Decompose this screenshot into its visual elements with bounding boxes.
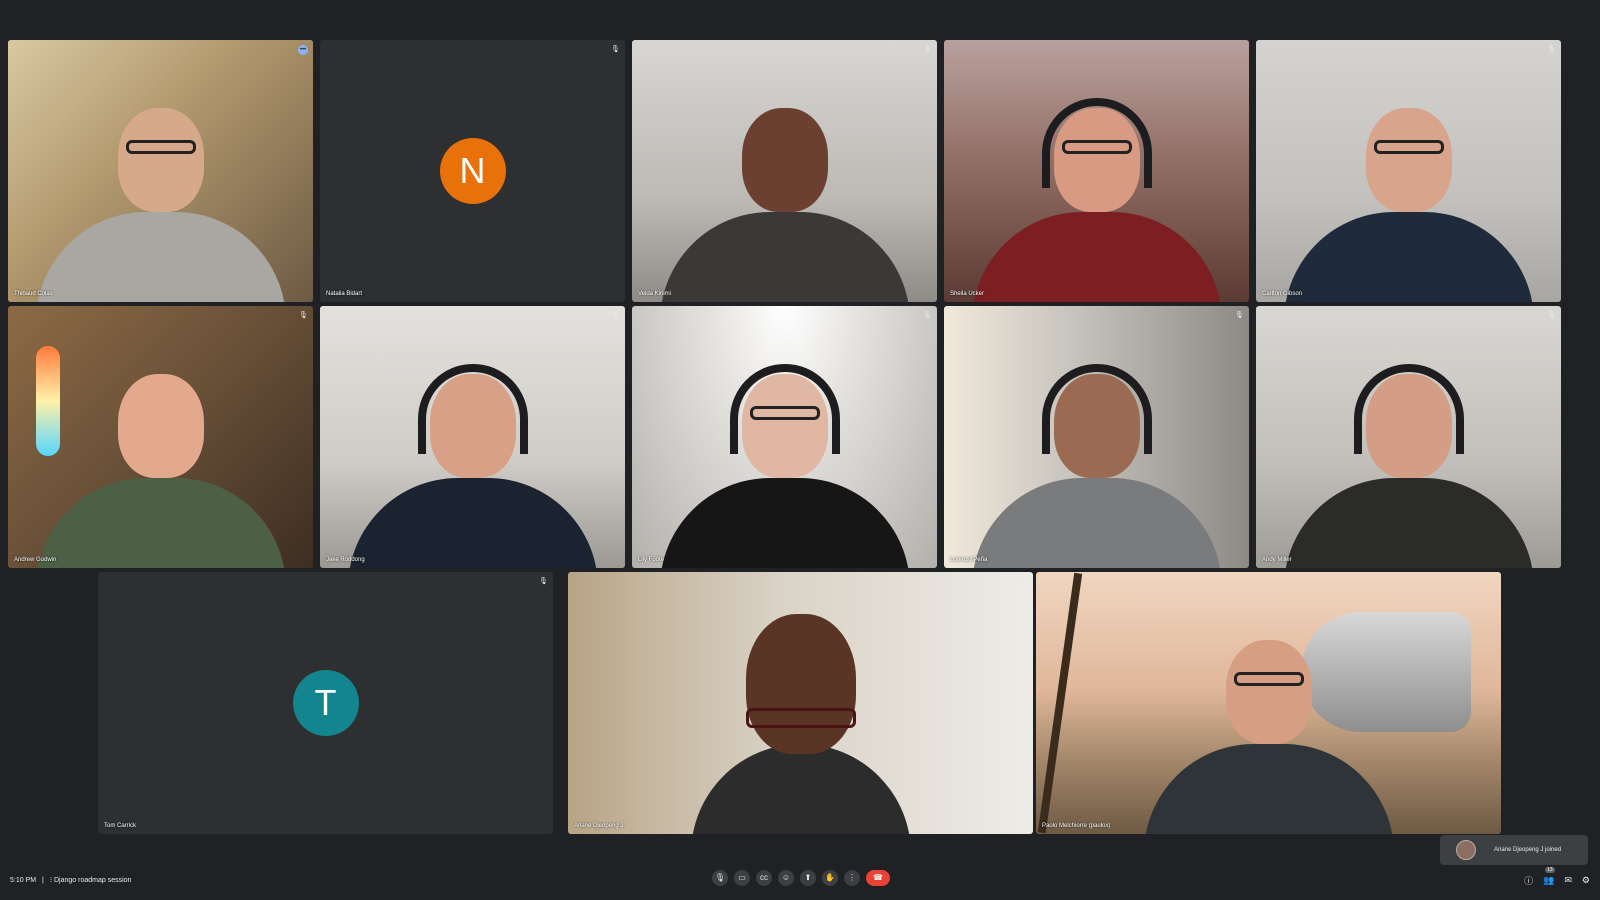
participant-tile-8[interactable]: 🎙 Lily Foote [632, 306, 937, 568]
emoji-icon[interactable]: ☺ [778, 870, 794, 886]
people-count: 13 [1545, 867, 1555, 873]
participant-tile-7[interactable]: 🎙 Jake Roddong [320, 306, 625, 568]
participant-tile-6[interactable]: 🎙 Andrew Godwin [8, 306, 313, 568]
participant-name: Andy Miller [1262, 557, 1292, 563]
more-options-icon[interactable]: ••• [298, 45, 308, 55]
meeting-time: 5:10 PM [10, 877, 37, 884]
participant-tile-9[interactable]: 🎙 Lorenzo Peña [944, 306, 1249, 568]
participant-name: Lily Foote [638, 557, 665, 563]
hand-icon[interactable]: ✋ [822, 870, 838, 886]
video-grid-row-2: 🎙 Andrew Godwin 🎙 Jake Roddong 🎙 Lily Fo… [0, 306, 1600, 568]
avatar: N [439, 138, 506, 204]
participant-name: Jake Roddong [326, 557, 365, 563]
participant-tile-2[interactable]: N 🎙 Natalia Bidart [320, 40, 625, 302]
participant-tile-10[interactable]: 🎙 Andy Miller [1256, 306, 1561, 568]
present-icon[interactable]: ⬆ [800, 870, 816, 886]
muted-mic-icon: 🎙 [923, 46, 932, 53]
participant-name: Thibaud Colas [14, 291, 53, 297]
video-feed [1256, 306, 1561, 568]
end-call-icon[interactable]: ☎ [866, 870, 890, 886]
video-grid-row-1: ••• Thibaud Colas N 🎙 Natalia Bidart 🎙 V… [0, 40, 1600, 302]
info-icon[interactable]: ⓘ [1524, 874, 1533, 887]
meeting-title[interactable]: Django roadmap session [54, 877, 131, 884]
avatar: T [292, 670, 359, 736]
trailer-background [1301, 612, 1471, 732]
activities-icon[interactable]: ⚙ [1582, 875, 1590, 886]
video-feed [632, 40, 937, 302]
separator: | [42, 877, 44, 884]
participant-name: Velda Kiriimi [638, 291, 672, 297]
participant-tile-11[interactable]: T 🎙 Tom Carrick [98, 572, 553, 834]
participant-name: Tom Carrick [104, 823, 137, 829]
more-icon[interactable]: ⋮ [844, 870, 860, 886]
meeting-info: 5:10 PM | ⁝ Django roadmap session [10, 876, 131, 884]
video-feed [568, 572, 1033, 834]
muted-mic-icon: 🎙 [539, 578, 548, 585]
participant-tile-5[interactable]: 🎙 Carlton Gibson [1256, 40, 1561, 302]
participant-name: Paolo Melchiorre (paulox) [1042, 823, 1111, 829]
participant-name: Carlton Gibson [1262, 291, 1303, 297]
muted-mic-icon: 🎙 [611, 46, 620, 53]
muted-mic-icon: 🎙 [299, 312, 308, 319]
video-grid-row-3: T 🎙 Tom Carrick 🎙 Ariane Djeopeng J Paol… [0, 572, 1600, 834]
captions-icon[interactable]: cc [756, 870, 772, 886]
camera-icon[interactable]: ▭ [734, 870, 750, 886]
participant-tile-3[interactable]: 🎙 Velda Kiriimi [632, 40, 937, 302]
lamp [36, 346, 60, 456]
participant-name: Lorenzo Peña [950, 557, 988, 563]
participant-name: Andrew Godwin [14, 557, 57, 563]
video-feed [1036, 572, 1501, 834]
participant-tile-1[interactable]: ••• Thibaud Colas [8, 40, 313, 302]
participant-tile-13[interactable]: Paolo Melchiorre (paulox) [1036, 572, 1501, 834]
side-controls: ⓘ 13 👥 ✉ ⚙ [1524, 867, 1590, 887]
muted-mic-icon: 🎙 [611, 312, 620, 319]
video-feed [944, 40, 1249, 302]
participant-tile-4[interactable]: Sheila Ucker [944, 40, 1249, 302]
people-icon[interactable]: 13 👥 [1543, 867, 1555, 886]
muted-mic-icon: 🎙 [1547, 46, 1556, 53]
meeting-title-icon: ⁝ [49, 877, 53, 884]
muted-mic-icon: 🎙 [923, 312, 932, 319]
mic-icon[interactable]: 🎙 [712, 870, 728, 886]
notification-text: Ariane Djeopeng J joined [1494, 847, 1562, 853]
participant-tile-12[interactable]: 🎙 Ariane Djeopeng J [568, 572, 1033, 834]
palm-tree [1037, 572, 1083, 834]
muted-mic-icon: 🎙 [1019, 578, 1028, 585]
meeting-toolbar: 5:10 PM | ⁝ Django roadmap session 🎙 ▭ c… [0, 860, 1600, 900]
muted-mic-icon: 🎙 [1547, 312, 1556, 319]
avatar [1456, 840, 1476, 860]
video-feed [320, 306, 625, 568]
participant-name: Natalia Bidart [326, 291, 363, 297]
video-feed [8, 40, 313, 302]
chat-icon[interactable]: ✉ [1564, 875, 1572, 886]
video-feed [944, 306, 1249, 568]
participant-name: Ariane Djeopeng J [574, 823, 624, 829]
video-feed [1256, 40, 1561, 302]
call-controls: 🎙 ▭ cc ☺ ⬆ ✋ ⋮ ☎ [712, 870, 890, 886]
video-feed [8, 306, 313, 568]
video-feed [632, 306, 937, 568]
muted-mic-icon: 🎙 [1235, 312, 1244, 319]
participant-name: Sheila Ucker [950, 291, 985, 297]
